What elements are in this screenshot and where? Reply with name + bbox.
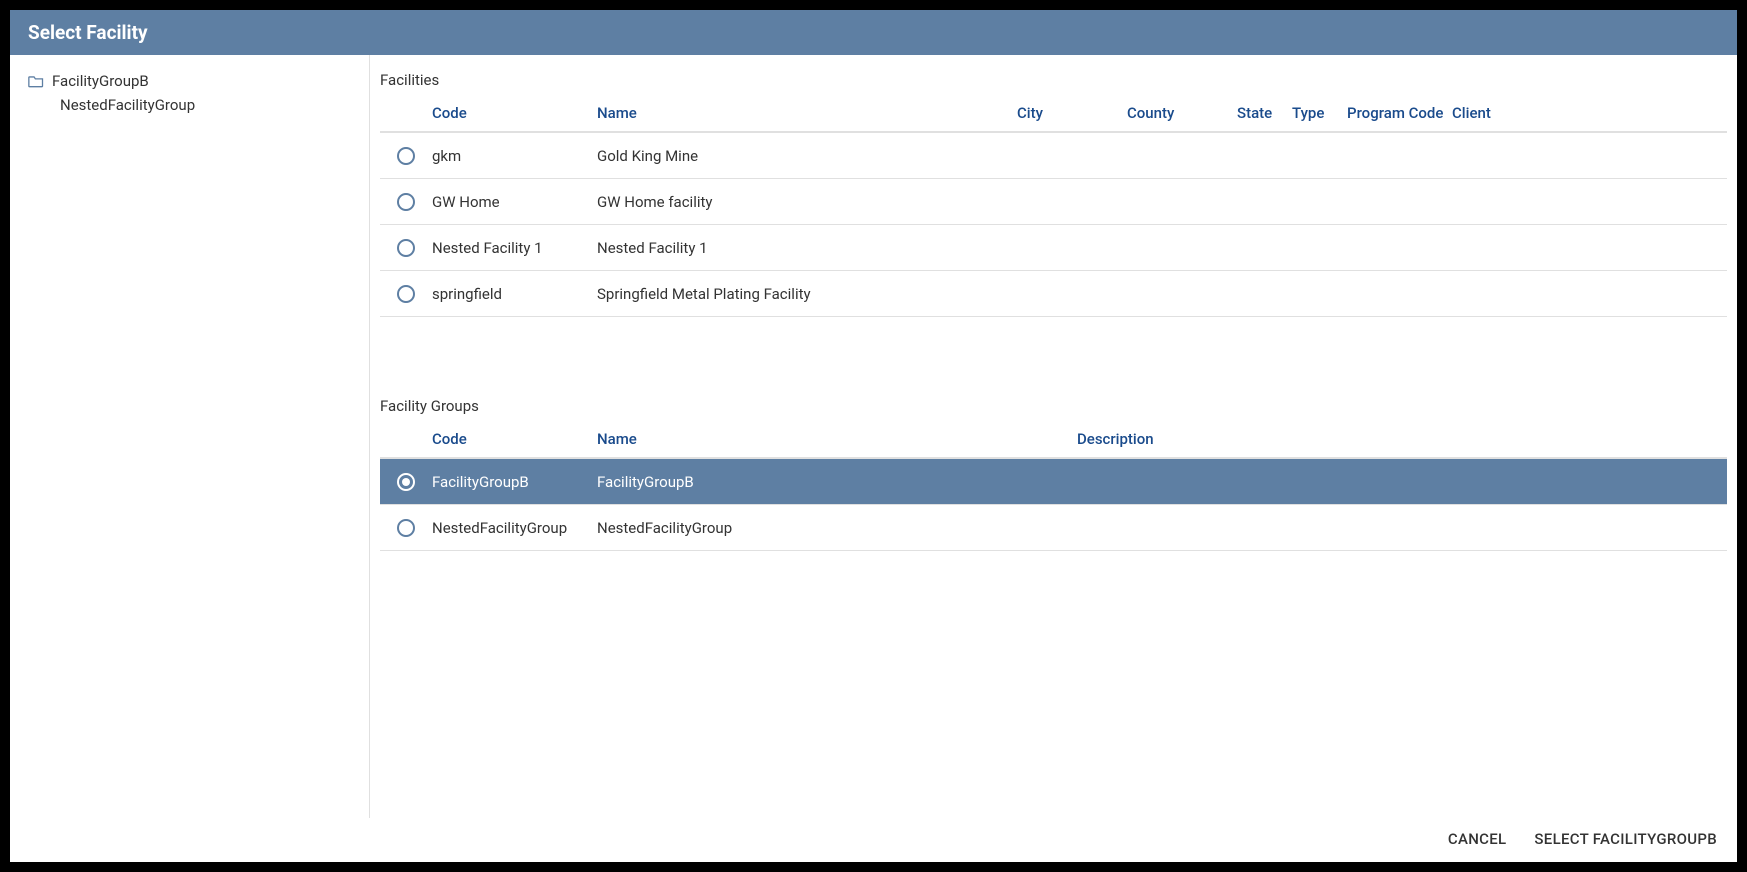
tree-item-label: FacilityGroupB (52, 72, 149, 90)
dialog-body: FacilityGroupB NestedFacilityGroup Facil… (10, 55, 1737, 818)
col-header-county[interactable]: County (1127, 104, 1237, 122)
cell-name: FacilityGroupB (597, 473, 1077, 491)
col-header-code[interactable]: Code (432, 104, 597, 122)
col-header-client[interactable]: Client (1452, 104, 1532, 122)
table-row[interactable]: GW Home GW Home facility (380, 179, 1727, 225)
cell-name: Springfield Metal Plating Facility (597, 285, 1017, 303)
cell-code: NestedFacilityGroup (432, 519, 597, 537)
cell-name: Gold King Mine (597, 147, 1017, 165)
facilities-section-title: Facilities (380, 71, 1727, 89)
radio-icon[interactable] (397, 239, 415, 257)
select-facility-dialog: Select Facility FacilityGroupB NestedFac… (10, 10, 1737, 862)
table-row[interactable]: gkm Gold King Mine (380, 133, 1727, 179)
cell-name: GW Home facility (597, 193, 1017, 211)
facilities-table: Code Name City County State Type Program… (380, 95, 1727, 373)
cell-name: Nested Facility 1 (597, 239, 1017, 257)
cell-code: gkm (432, 147, 597, 165)
main-panel: Facilities Code Name City County State T… (370, 55, 1737, 818)
facility-groups-table-header: Code Name Description (380, 421, 1727, 459)
radio-icon[interactable] (397, 147, 415, 165)
cell-code: GW Home (432, 193, 597, 211)
table-row[interactable]: NestedFacilityGroup NestedFacilityGroup (380, 505, 1727, 551)
cell-name: NestedFacilityGroup (597, 519, 1077, 537)
facilities-table-header: Code Name City County State Type Program… (380, 95, 1727, 133)
col-header-state[interactable]: State (1237, 104, 1292, 122)
dialog-title: Select Facility (10, 10, 1737, 55)
tree-item-label: NestedFacilityGroup (60, 96, 195, 114)
cell-code: Nested Facility 1 (432, 239, 597, 257)
radio-icon[interactable] (397, 193, 415, 211)
dialog-footer: CANCEL SELECT FACILITYGROUPB (10, 818, 1737, 862)
col-header-city[interactable]: City (1017, 104, 1127, 122)
col-header-program-code[interactable]: Program Code (1347, 104, 1452, 122)
facilities-scroll[interactable]: gkm Gold King Mine GW Home GW Home facil… (380, 133, 1727, 373)
radio-icon[interactable] (397, 285, 415, 303)
col-header-name[interactable]: Name (597, 104, 1017, 122)
col-header-type[interactable]: Type (1292, 104, 1347, 122)
col-header-description[interactable]: Description (1077, 430, 1377, 448)
radio-icon[interactable] (397, 519, 415, 537)
tree-item-facilitygroupb[interactable]: FacilityGroupB (20, 69, 359, 93)
col-header-code[interactable]: Code (432, 430, 597, 448)
cell-code: springfield (432, 285, 597, 303)
table-row[interactable]: FacilityGroupB FacilityGroupB (380, 459, 1727, 505)
folder-icon (28, 75, 44, 88)
facility-groups-section-title: Facility Groups (380, 397, 1727, 415)
radio-icon[interactable] (397, 473, 415, 491)
cell-code: FacilityGroupB (432, 473, 597, 491)
select-button[interactable]: SELECT FACILITYGROUPB (1534, 830, 1717, 848)
col-header-name[interactable]: Name (597, 430, 1077, 448)
table-row[interactable]: springfield Springfield Metal Plating Fa… (380, 271, 1727, 317)
facility-groups-scroll[interactable]: FacilityGroupB FacilityGroupB NestedFaci… (380, 459, 1727, 699)
sidebar-tree: FacilityGroupB NestedFacilityGroup (10, 55, 370, 818)
table-row[interactable]: Nested Facility 1 Nested Facility 1 (380, 225, 1727, 271)
cancel-button[interactable]: CANCEL (1448, 830, 1507, 848)
tree-item-nestedfacilitygroup[interactable]: NestedFacilityGroup (20, 93, 359, 117)
facility-groups-table: Code Name Description FacilityGroupB Fac… (380, 421, 1727, 699)
